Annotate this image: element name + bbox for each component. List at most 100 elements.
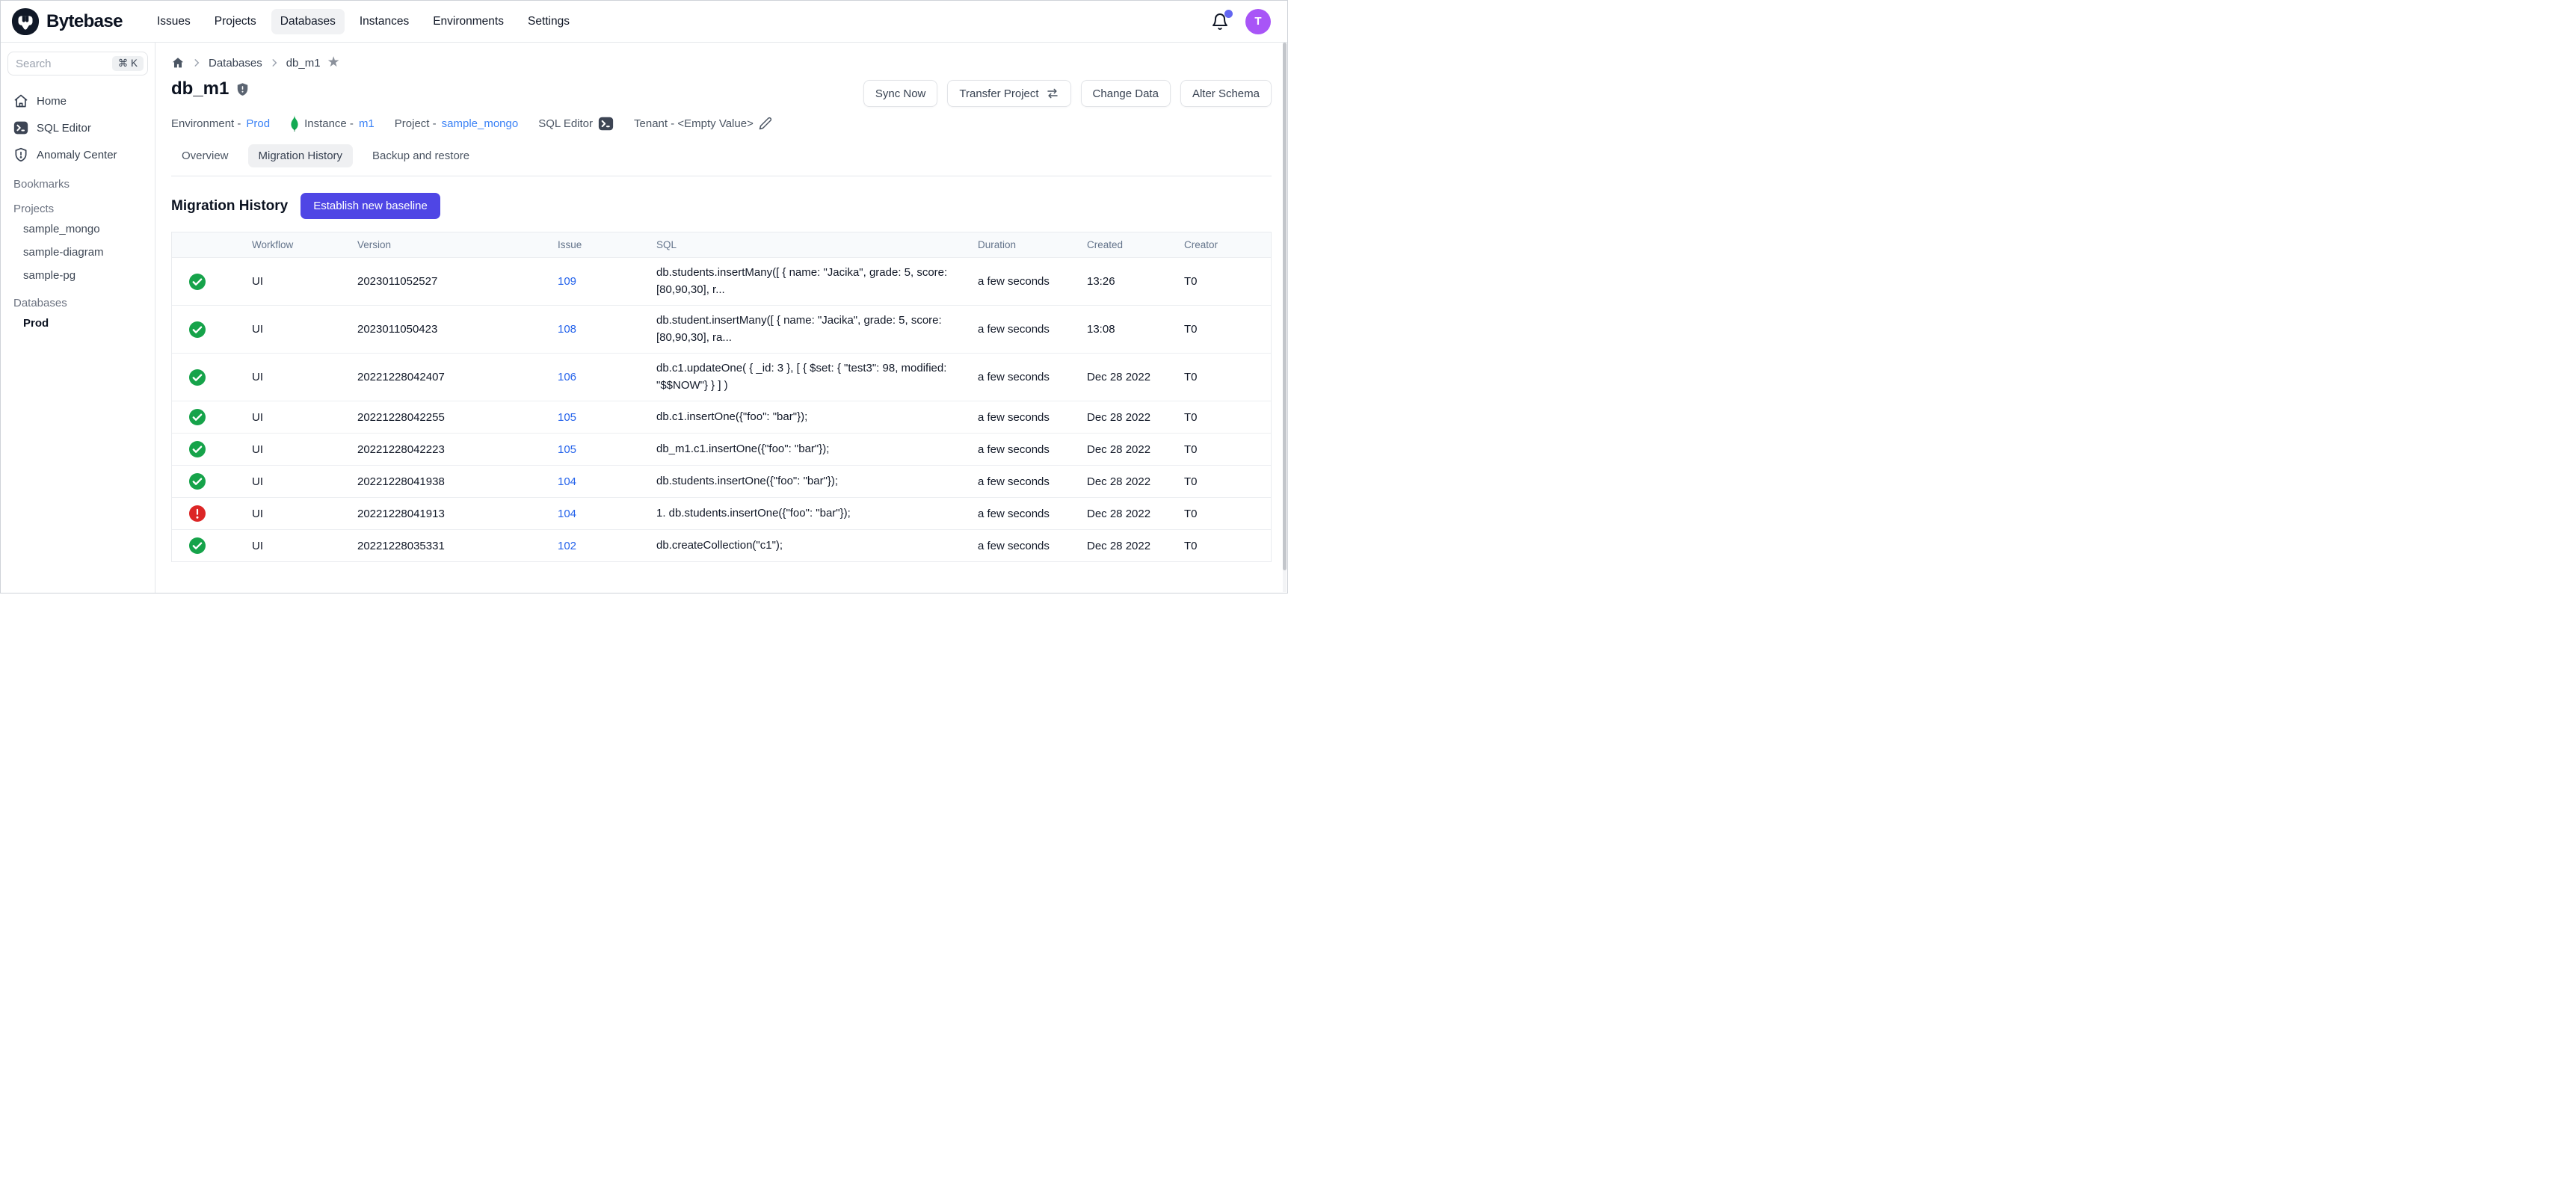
- section-title: Migration History: [171, 198, 288, 215]
- title-row: db_m1 Sync Now Transfer Project Change D…: [171, 78, 1272, 107]
- nav-databases[interactable]: Databases: [271, 9, 345, 34]
- project-link[interactable]: sample_mongo: [442, 117, 519, 130]
- sql-cell: db.c1.insertOne({"foo": "bar"});: [650, 401, 972, 434]
- table-header-row: Workflow Version Issue SQL Duration Crea…: [172, 232, 1271, 258]
- migration-row[interactable]: UI 2023011050423 108 db.student.insertMa…: [172, 306, 1271, 354]
- version-cell: 20221228035331: [351, 530, 552, 562]
- issue-link[interactable]: 104: [558, 475, 576, 488]
- sidebar-item-label: Anomaly Center: [37, 149, 117, 161]
- sql-cell: db.students.insertOne({"foo": "bar"});: [650, 466, 972, 498]
- sql-cell: db.createCollection("c1");: [650, 530, 972, 562]
- col-sql: SQL: [650, 232, 972, 258]
- created-cell: Dec 28 2022: [1081, 466, 1178, 498]
- sidebar-item-sql-editor[interactable]: SQL Editor: [7, 114, 148, 141]
- home-icon: [13, 93, 28, 108]
- page-title-block: db_m1: [171, 78, 250, 99]
- establish-new-baseline-button[interactable]: Establish new baseline: [301, 193, 440, 219]
- nav-settings[interactable]: Settings: [519, 9, 579, 34]
- sidebar-project-sample-pg[interactable]: sample-pg: [7, 264, 148, 287]
- alter-schema-button[interactable]: Alter Schema: [1180, 80, 1272, 107]
- change-data-button[interactable]: Change Data: [1081, 80, 1171, 107]
- creator-cell: T0: [1178, 530, 1271, 562]
- migration-row[interactable]: UI 20221228042223 105 db_m1.c1.insertOne…: [172, 434, 1271, 466]
- sql-cell: db_m1.c1.insertOne({"foo": "bar"});: [650, 434, 972, 466]
- issue-cell: 104: [552, 466, 650, 498]
- breadcrumb-databases[interactable]: Databases: [209, 57, 262, 70]
- issue-link[interactable]: 105: [558, 443, 576, 456]
- sync-now-button[interactable]: Sync Now: [863, 80, 938, 107]
- transfer-project-button[interactable]: Transfer Project: [947, 80, 1070, 107]
- nav-instances[interactable]: Instances: [351, 9, 418, 34]
- breadcrumb-db-m1[interactable]: db_m1: [286, 57, 321, 70]
- duration-cell: a few seconds: [972, 498, 1081, 530]
- issue-link[interactable]: 109: [558, 275, 576, 288]
- instance-link[interactable]: m1: [359, 117, 375, 130]
- created-cell: Dec 28 2022: [1081, 354, 1178, 401]
- nav-environments[interactable]: Environments: [424, 9, 513, 34]
- edit-pencil-icon[interactable]: [759, 117, 772, 130]
- workflow-cell: UI: [246, 466, 351, 498]
- sidebar-project-sample-mongo[interactable]: sample_mongo: [7, 218, 148, 241]
- chevron-right-icon: [191, 58, 202, 68]
- sidebar-database-group-prod[interactable]: Prod: [7, 312, 148, 335]
- bytebase-logo-icon: [11, 7, 40, 36]
- created-cell: 13:08: [1081, 306, 1178, 354]
- status-success-icon: [188, 273, 206, 291]
- issue-link[interactable]: 106: [558, 371, 576, 383]
- terminal-icon: [598, 116, 614, 132]
- issue-link[interactable]: 108: [558, 323, 576, 336]
- issue-link[interactable]: 104: [558, 508, 576, 520]
- user-avatar[interactable]: T: [1245, 9, 1271, 34]
- migration-row[interactable]: UI 20221228042255 105 db.c1.insertOne({"…: [172, 401, 1271, 434]
- sidebar-item-anomaly-center[interactable]: Anomaly Center: [7, 141, 148, 168]
- sidebar-item-home[interactable]: Home: [7, 87, 148, 114]
- migration-row[interactable]: UI 2023011052527 109 db.students.insertM…: [172, 258, 1271, 306]
- sql-editor-shortcut[interactable]: SQL Editor: [538, 116, 614, 132]
- tab-overview[interactable]: Overview: [171, 144, 239, 167]
- migration-row[interactable]: UI 20221228041938 104 db.students.insert…: [172, 466, 1271, 498]
- migration-row[interactable]: UI 20221228042407 106 db.c1.updateOne( {…: [172, 354, 1271, 401]
- issue-cell: 104: [552, 498, 650, 530]
- tab-migration-history[interactable]: Migration History: [248, 144, 354, 167]
- col-workflow: Workflow: [246, 232, 351, 258]
- workflow-cell: UI: [246, 306, 351, 354]
- status-success-icon: [188, 369, 206, 386]
- sidebar: Search ⌘ K Home SQL Editor Anomaly Cente…: [1, 43, 155, 593]
- nav-projects[interactable]: Projects: [206, 9, 265, 34]
- sql-editor-label: SQL Editor: [538, 117, 593, 130]
- sidebar-project-sample-diagram[interactable]: sample-diagram: [7, 241, 148, 264]
- creator-cell: T0: [1178, 258, 1271, 306]
- home-breadcrumb-icon[interactable]: [171, 56, 185, 70]
- migration-row[interactable]: UI 20221228041913 104 1. db.students.ins…: [172, 498, 1271, 530]
- notification-bell-icon[interactable]: [1211, 13, 1229, 31]
- issue-cell: 102: [552, 530, 650, 562]
- shield-alert-icon[interactable]: [235, 81, 250, 97]
- sidebar-section-projects: Projects: [7, 196, 148, 218]
- environment-info: Environment - Prod: [171, 117, 270, 130]
- project-label: Project -: [395, 117, 437, 130]
- tab-backup-and-restore[interactable]: Backup and restore: [362, 144, 480, 167]
- version-cell: 2023011050423: [351, 306, 552, 354]
- workflow-cell: UI: [246, 530, 351, 562]
- status-success-icon: [188, 537, 206, 555]
- col-status: [172, 232, 246, 258]
- database-tabs: Overview Migration History Backup and re…: [171, 144, 1272, 167]
- sidebar-item-label: Home: [37, 95, 67, 108]
- sql-cell: db.c1.updateOne( { _id: 3 }, [ { $set: {…: [650, 354, 972, 401]
- main-content: Databases db_m1 ★ db_m1 Sync Now Transfe…: [155, 43, 1287, 593]
- search-input[interactable]: Search ⌘ K: [7, 52, 148, 75]
- main-nav: Issues Projects Databases Instances Envi…: [148, 9, 579, 34]
- nav-issues[interactable]: Issues: [148, 9, 200, 34]
- issue-link[interactable]: 105: [558, 411, 576, 424]
- bytebase-brand[interactable]: Bytebase: [11, 7, 123, 36]
- environment-link[interactable]: Prod: [246, 117, 270, 130]
- notification-badge: [1224, 10, 1233, 18]
- sql-cell: db.student.insertMany([ { name: "Jacika"…: [650, 306, 972, 354]
- chevron-right-icon: [269, 58, 280, 68]
- vertical-scrollbar[interactable]: [1283, 43, 1287, 592]
- migration-row[interactable]: UI 20221228035331 102 db.createCollectio…: [172, 530, 1271, 562]
- issue-link[interactable]: 102: [558, 540, 576, 552]
- shield-alert-icon: [13, 147, 28, 162]
- scrollbar-thumb[interactable]: [1283, 43, 1287, 570]
- sql-cell: db.students.insertMany([ { name: "Jacika…: [650, 258, 972, 306]
